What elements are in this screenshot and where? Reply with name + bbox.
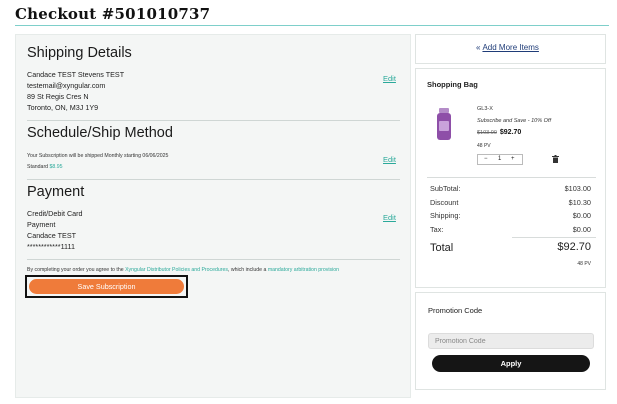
arbitration-link[interactable]: mandatory arbitration provision (268, 267, 339, 273)
product-new-price: $92.70 (499, 129, 522, 136)
agreement-prefix: By completing your order you agree to th… (27, 267, 124, 273)
bag-title: Shopping Bag (427, 80, 478, 89)
shopping-bag: Shopping Bag GL3-X Subscribe and Save - … (415, 68, 606, 288)
double-chevron-left-icon: « (476, 43, 481, 52)
shipping-city: Toronto, ON, M3J 1Y9 (27, 103, 99, 112)
checkout-details-panel: Shipping Details Candace TEST Stevens TE… (15, 34, 411, 398)
save-subscription-button[interactable]: Save Subscription (29, 279, 184, 294)
quantity-increment-button[interactable]: + (511, 155, 515, 164)
discount-label: Discount (430, 198, 459, 207)
product-price: $103.00 $92.70 (477, 129, 521, 136)
bag-divider (427, 177, 596, 178)
ship-method-label: Standard (27, 164, 49, 170)
tax-value: $0.00 (572, 225, 591, 234)
subtotal-value: $103.00 (564, 184, 591, 193)
product-image (437, 108, 451, 140)
section-divider (27, 179, 400, 180)
total-label: Total (430, 242, 454, 254)
total-divider (512, 237, 596, 238)
apply-button[interactable]: Apply (432, 355, 590, 372)
quantity-stepper: − 1 + (477, 154, 523, 165)
total-value: $92.70 (557, 241, 591, 253)
shipping-street: 89 St Regis Cres N (27, 92, 89, 101)
discount-value: $10.30 (568, 198, 591, 207)
section-divider (27, 259, 400, 260)
agreement-middle: , which include a (228, 267, 267, 273)
schedule-note: Your Subscription will be shipped Monthl… (27, 153, 169, 159)
policies-link[interactable]: Xyngular Distributor Policies and Proced… (125, 267, 228, 273)
add-more-box: «Add More Items (415, 34, 606, 64)
shipping-name: Candace TEST Stevens TEST (27, 70, 125, 79)
shipping-cost-label: Shipping: (430, 211, 461, 220)
shipping-email: testemail@xyngular.com (27, 81, 106, 90)
title-divider (15, 25, 609, 26)
shipping-cost-value: $0.00 (572, 211, 591, 220)
payment-heading: Payment (27, 184, 85, 200)
quantity-value: 1 (498, 156, 502, 162)
save-button-focus-frame: Save Subscription (25, 275, 188, 298)
add-more-items-link[interactable]: «Add More Items (476, 43, 539, 52)
promo-code-input[interactable] (428, 333, 594, 349)
shipping-heading: Shipping Details (27, 45, 132, 61)
schedule-edit-link[interactable]: Edit (383, 155, 396, 164)
section-divider (27, 120, 400, 121)
agreement-text: By completing your order you agree to th… (27, 267, 339, 273)
subtotal-label: SubTotal: (430, 184, 461, 193)
total-pv: 48 PV (577, 261, 591, 267)
product-subtitle: Subscribe and Save - 10% Off (477, 118, 551, 124)
tax-label: Tax: (430, 225, 444, 234)
payment-name: Candace TEST (27, 231, 77, 240)
product-pv: 48 PV (477, 143, 491, 149)
product-old-price: $103.00 (477, 130, 497, 136)
trash-icon[interactable] (552, 155, 559, 163)
promotion-box: Promotion Code Apply (415, 292, 606, 390)
add-more-label: Add More Items (482, 43, 539, 52)
schedule-heading: Schedule/Ship Method (27, 125, 173, 141)
page-title: Checkout #501010737 (15, 5, 211, 23)
ship-method-price: $8.95 (49, 164, 63, 170)
product-name: GL3-X (477, 106, 493, 112)
payment-label: Payment (27, 220, 56, 229)
quantity-decrement-button[interactable]: − (484, 155, 488, 164)
shipping-edit-link[interactable]: Edit (383, 74, 396, 83)
payment-type: Credit/Debit Card (27, 209, 83, 218)
promo-title: Promotion Code (428, 306, 483, 315)
ship-method: Standard $8.95 (27, 164, 63, 170)
payment-card: ************1111 (27, 242, 75, 251)
payment-edit-link[interactable]: Edit (383, 213, 396, 222)
